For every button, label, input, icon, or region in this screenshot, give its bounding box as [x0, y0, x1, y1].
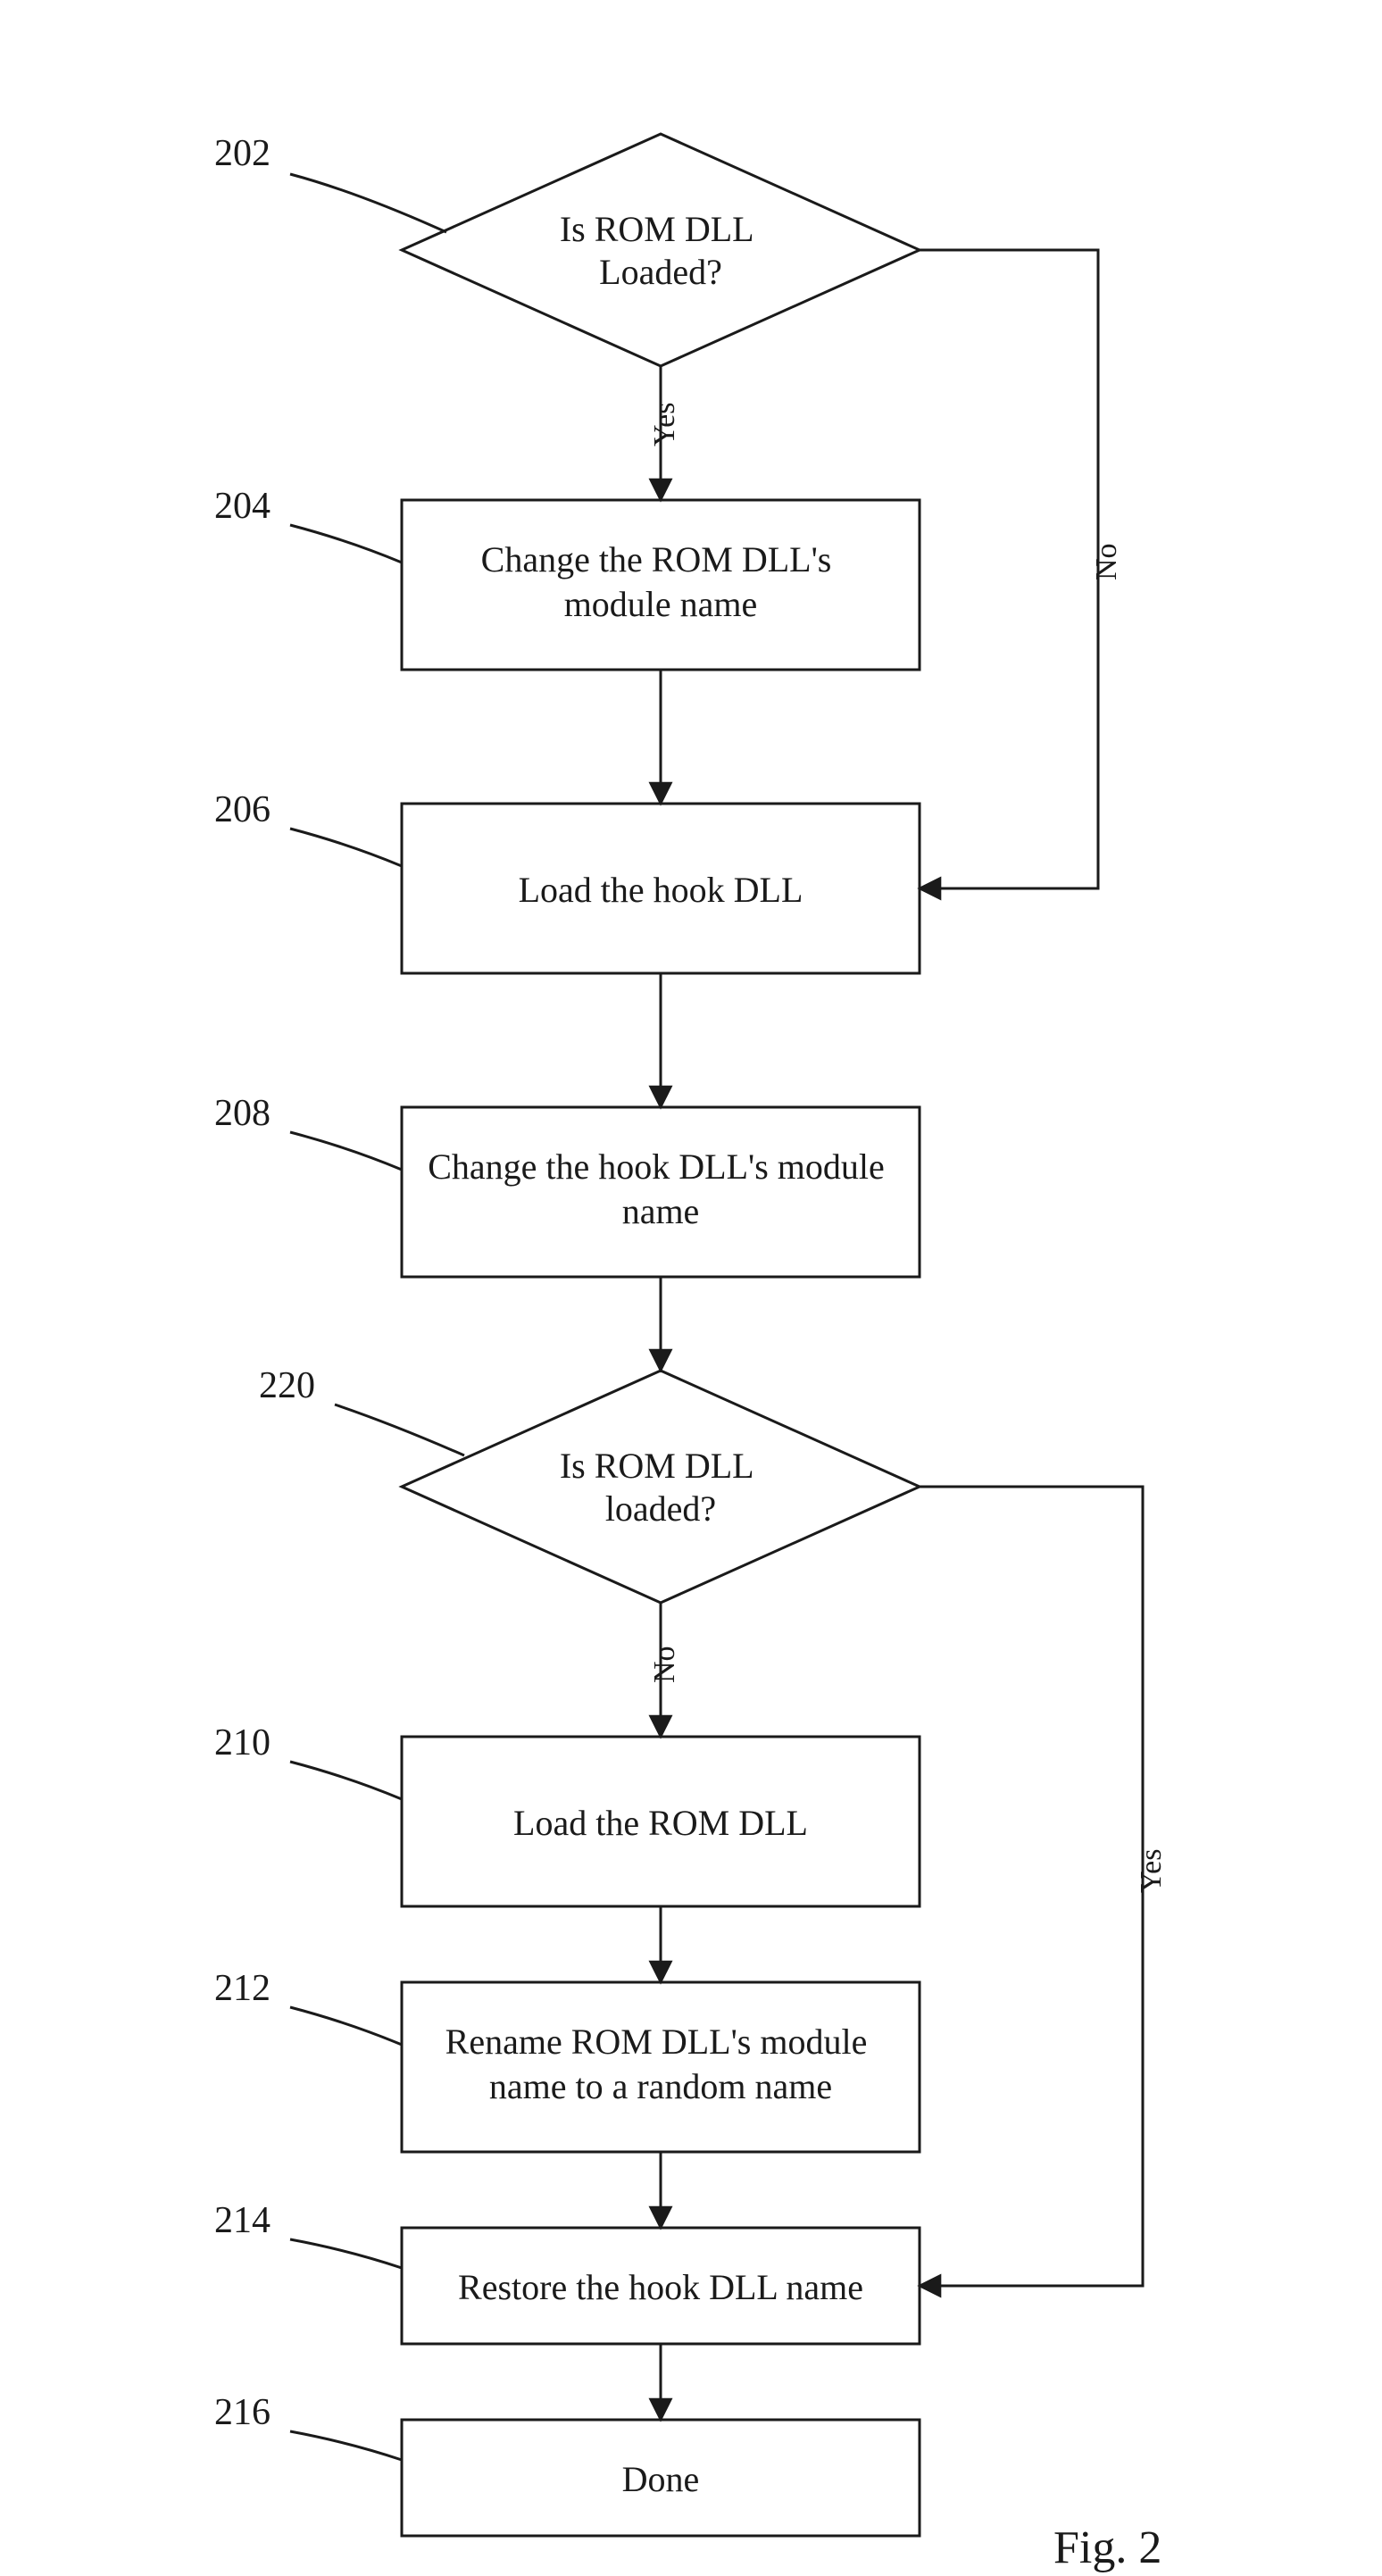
svg-text:Done: Done — [622, 2459, 700, 2499]
node-216: Done — [402, 2420, 920, 2536]
ref-214: 214 — [214, 2200, 402, 2268]
node-202-line-1: Loaded? — [599, 252, 722, 292]
edge-202-206-label: No — [1090, 543, 1123, 580]
edge-220-210-label: No — [648, 1646, 681, 1683]
ref-204: 204 — [214, 486, 402, 563]
node-214-line-0: Restore the hook DLL name — [458, 2267, 863, 2307]
node-214: Restore the hook DLL name — [402, 2228, 920, 2344]
node-208-line-1: name — [622, 1191, 700, 1231]
ref-206: 206 — [214, 789, 402, 866]
ref-210: 210 — [214, 1722, 402, 1799]
node-212: Rename ROM DLL's module name to a random… — [402, 1982, 920, 2152]
svg-text:Load the ROM DLL: Load the ROM DLL — [513, 1803, 808, 1843]
edge-202-204-label: Yes — [648, 403, 681, 446]
ref-208: 208 — [214, 1093, 402, 1170]
svg-text:220: 220 — [259, 1365, 315, 1406]
node-216-line-0: Done — [622, 2459, 700, 2499]
edge-220-214-label: Yes — [1135, 1849, 1168, 1893]
edge-220-214 — [920, 1487, 1143, 2286]
svg-text:208: 208 — [214, 1093, 271, 1134]
ref-220: 220 — [259, 1365, 464, 1455]
edge-202-206 — [920, 250, 1098, 888]
node-220: Is ROM DLL loaded? — [402, 1371, 920, 1603]
svg-text:204: 204 — [214, 486, 271, 527]
svg-text:210: 210 — [214, 1722, 271, 1763]
svg-text:216: 216 — [214, 2392, 271, 2433]
ref-202: 202 — [214, 133, 446, 232]
node-208-line-0: Change the hook DLL's module — [428, 1146, 885, 1187]
figure-caption: Fig. 2 — [1053, 2522, 1161, 2573]
flowchart: Is ROM DLL Loaded? 202 Change the ROM DL… — [0, 0, 1382, 2576]
node-206: Load the hook DLL — [402, 804, 920, 973]
node-204-line-0: Change the ROM DLL's — [481, 539, 832, 579]
svg-text:Restore the hook DLL name: Restore the hook DLL name — [458, 2267, 863, 2307]
node-212-line-1: name to a random name — [489, 2066, 832, 2106]
svg-text:202: 202 — [214, 133, 271, 174]
node-208: Change the hook DLL's module name — [402, 1107, 920, 1277]
ref-216: 216 — [214, 2392, 402, 2460]
svg-text:Load the hook DLL: Load the hook DLL — [519, 870, 803, 910]
node-210-line-0: Load the ROM DLL — [513, 1803, 808, 1843]
svg-text:214: 214 — [214, 2200, 271, 2241]
node-210: Load the ROM DLL — [402, 1737, 920, 1906]
node-220-line-0: Is ROM DLL — [560, 1446, 753, 1486]
node-202-line-0: Is ROM DLL — [560, 209, 753, 249]
node-206-line-0: Load the hook DLL — [519, 870, 803, 910]
node-202: Is ROM DLL Loaded? — [402, 134, 920, 366]
node-220-line-1: loaded? — [605, 1488, 716, 1529]
svg-text:212: 212 — [214, 1968, 271, 2009]
ref-212: 212 — [214, 1968, 402, 2045]
node-204: Change the ROM DLL's module name — [402, 500, 920, 670]
node-204-line-1: module name — [564, 584, 758, 624]
svg-text:206: 206 — [214, 789, 271, 830]
node-212-line-0: Rename ROM DLL's module — [445, 2022, 868, 2062]
